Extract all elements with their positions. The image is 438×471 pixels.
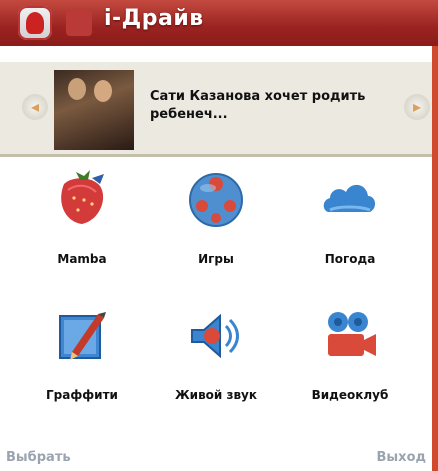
- speaker-icon: [191, 313, 239, 359]
- app-title: i-Драйв: [104, 6, 204, 31]
- ball-icon: [189, 173, 243, 227]
- app-tile-weather[interactable]: Погода: [284, 170, 416, 266]
- news-photo[interactable]: [54, 70, 134, 150]
- app-tile-videoclub[interactable]: Видеоклуб: [284, 306, 416, 402]
- softkey-select[interactable]: Выбрать: [6, 450, 71, 465]
- app-label: Погода: [324, 252, 376, 266]
- cloud-icon: [323, 184, 376, 212]
- arrow-left-icon[interactable]: ◂: [22, 94, 48, 120]
- scrollbar[interactable]: [432, 46, 438, 471]
- app-tile-mamba[interactable]: Mamba: [16, 170, 148, 266]
- softkey-exit[interactable]: Выход: [377, 450, 426, 465]
- app-tile-games[interactable]: Игры: [150, 170, 282, 266]
- title-bar: i-Драйв: [0, 0, 438, 46]
- app-tile-live-sound[interactable]: Живой звук: [150, 306, 282, 402]
- pencil-icon: [59, 312, 106, 360]
- app-label: Mamba: [57, 252, 107, 266]
- news-banner[interactable]: ◂ Сати Казанова хочет родить ребенеч... …: [0, 62, 432, 157]
- app-tile-graffiti[interactable]: Граффити: [16, 306, 148, 402]
- arrow-right-icon[interactable]: ▸: [404, 94, 430, 120]
- app-label: Видеоклуб: [311, 388, 389, 402]
- strawberry-icon: [61, 170, 104, 224]
- app-label: Граффити: [46, 388, 118, 402]
- app-label: Игры: [198, 252, 234, 266]
- header-gap: [0, 46, 432, 62]
- video-camera-icon: [328, 312, 376, 356]
- softkey-bar: Выбрать Выход: [0, 446, 432, 471]
- news-headline[interactable]: Сати Казанова хочет родить ребенеч...: [150, 88, 380, 124]
- app-logo-icon: [18, 6, 52, 40]
- app-label: Живой звук: [174, 388, 258, 402]
- title-divider: [66, 10, 92, 36]
